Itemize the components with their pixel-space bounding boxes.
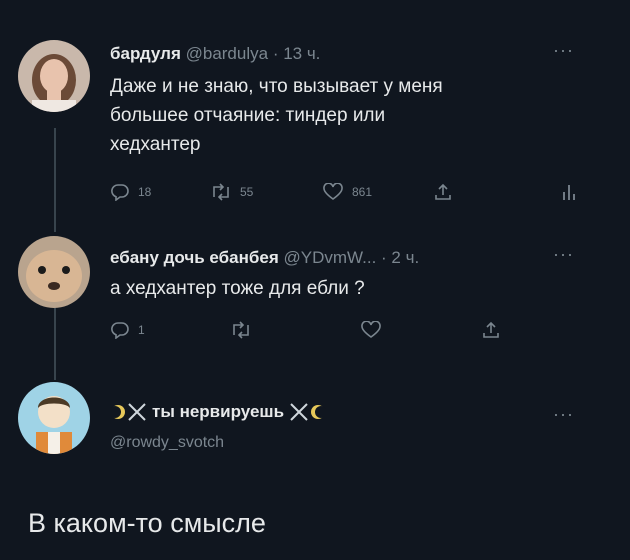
- like-icon: [323, 183, 343, 200]
- analytics-button[interactable]: [562, 183, 576, 201]
- reply-button[interactable]: 18: [110, 183, 151, 201]
- retweet-count: 55: [240, 185, 254, 199]
- crossed-swords-icon: [290, 403, 308, 421]
- share-button[interactable]: [482, 321, 500, 339]
- avatar-rowdy-svotch[interactable]: [18, 382, 90, 454]
- tweet-text-line: большее отчаяние: тиндер или: [110, 105, 386, 126]
- more-options-button[interactable]: ···: [553, 244, 574, 265]
- author-handle[interactable]: @YDvmW...: [284, 248, 377, 267]
- avatar-ydvmw[interactable]: [18, 236, 90, 308]
- author-name[interactable]: ты нервируешь: [152, 402, 284, 422]
- retweet-button[interactable]: 55: [210, 183, 253, 201]
- reply-icon: [111, 184, 129, 201]
- author-name[interactable]: ебану дочь ебанбея: [110, 248, 279, 267]
- reply-icon: [111, 322, 129, 339]
- reply-count: 1: [138, 323, 145, 337]
- tweet-actions: 18 55 861: [110, 183, 580, 205]
- tweet-1[interactable]: бардуля @bardulya · 13 ч. ··· Даже и не …: [0, 0, 630, 220]
- share-button[interactable]: [434, 183, 452, 201]
- tweet-2[interactable]: ебану дочь ебанбея @YDvmW... · 2 ч. ··· …: [0, 220, 630, 370]
- share-icon: [435, 183, 451, 200]
- tweet-text-line: хедхантер: [110, 134, 201, 155]
- author-handle[interactable]: @rowdy_svotch: [110, 434, 224, 452]
- reply-text: В каком-то смысле: [28, 508, 266, 538]
- avatar-bardulya[interactable]: [18, 40, 90, 112]
- tweet-text-line: а хедхантер тоже для ебли ?: [110, 278, 365, 299]
- tweet-text: Даже и не знаю, что вызывает у меня боль…: [110, 72, 443, 159]
- tweet-time[interactable]: · 13 ч.: [273, 44, 321, 63]
- moon-icon: [311, 405, 327, 419]
- tweet-time[interactable]: · 2 ч.: [381, 248, 419, 267]
- tweet-2-header: ебану дочь ебанбея @YDvmW... · 2 ч.: [110, 248, 419, 268]
- analytics-icon: [563, 185, 575, 200]
- crossed-swords-icon: [128, 403, 146, 421]
- retweet-button[interactable]: [230, 321, 252, 339]
- retweet-icon: [213, 183, 229, 201]
- author-handle[interactable]: @bardulya: [186, 44, 268, 63]
- author-name[interactable]: бардуля: [110, 44, 181, 63]
- tweet-actions: 1: [110, 321, 580, 343]
- retweet-icon: [233, 321, 249, 339]
- reply-count: 18: [138, 185, 152, 199]
- tweet-3[interactable]: ты нервируешь @rowdy_svotch ···: [0, 370, 630, 490]
- more-options-button[interactable]: ···: [553, 404, 574, 425]
- like-count: 861: [352, 185, 373, 199]
- tweet-text: а хедхантер тоже для ебли ?: [110, 274, 365, 303]
- like-button[interactable]: [360, 321, 382, 339]
- tweet-text-line: Даже и не знаю, что вызывает у меня: [110, 76, 443, 97]
- tweet-1-header: бардуля @bardulya · 13 ч.: [110, 44, 320, 64]
- moon-icon: [110, 405, 125, 419]
- tweet-3-header: ты нервируешь: [110, 402, 327, 422]
- like-icon: [361, 321, 381, 338]
- more-options-button[interactable]: ···: [553, 40, 574, 61]
- reply-button[interactable]: 1: [110, 321, 145, 339]
- share-icon: [483, 321, 499, 338]
- like-button[interactable]: 861: [322, 183, 372, 201]
